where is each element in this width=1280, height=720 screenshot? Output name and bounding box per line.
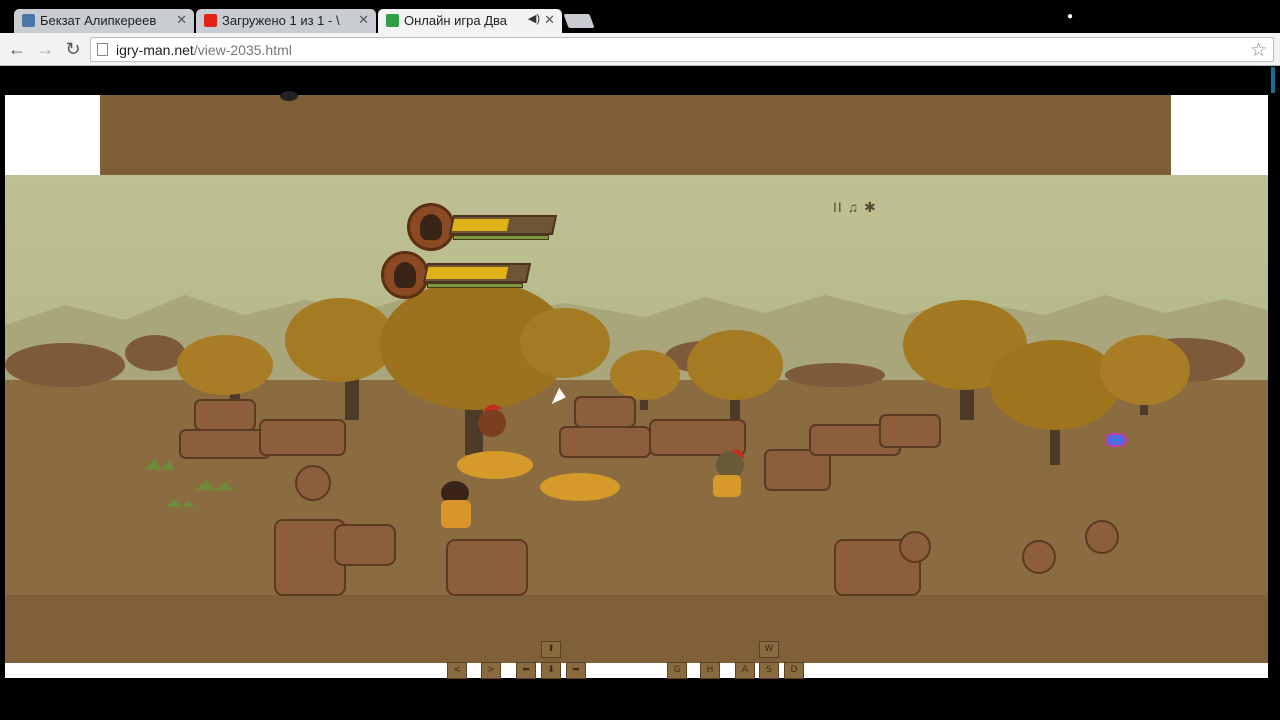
player2-health-bar [422,263,532,283]
site-favicon-icon [386,14,399,27]
tab-youtube[interactable]: Загружено 1 из 1 - \ ✕ [196,9,376,33]
player1-health-fill [451,219,510,231]
key-left: ⬅ [516,662,536,679]
key-d: D [784,662,804,679]
new-tab-button[interactable] [563,14,595,28]
key-less: < [447,662,467,679]
key-right: ➡ [566,662,586,679]
key-greater: > [481,662,501,679]
tab-title: Онлайн игра Два [404,13,508,28]
bookmark-star-icon[interactable]: ☆ [1250,39,1267,62]
close-tab-icon[interactable]: ✕ [358,12,369,28]
reload-icon[interactable]: ↻ [62,38,84,60]
game-scenery [5,280,1268,663]
extension-overlay-icon[interactable] [1105,433,1127,447]
scrollbar-thumb[interactable] [1271,67,1275,93]
player2-health-fill [425,267,509,279]
game-canvas[interactable]: II ♫ ✱ [5,175,1268,663]
ad-banner[interactable] [100,91,1171,175]
page-content: II ♫ ✱ ⬆ < > ⬅ ⬇ ➡ G H W A S D [5,91,1268,679]
address-bar[interactable]: igry-man.net/view-2035.html ☆ [90,37,1274,62]
key-g: G [667,662,687,679]
back-icon[interactable]: ← [6,38,28,60]
player1-health-bar [448,215,558,235]
tab-title: Бекзат Алипкереев [40,13,157,28]
key-down: ⬇ [541,662,561,679]
player2-portrait-icon [381,251,429,299]
ad-decoration [280,91,298,101]
url-path: /view-2035.html [193,42,292,58]
tab-vk[interactable]: Бекзат Алипкереев ✕ [14,9,194,33]
player2-stamina-bar [427,283,523,288]
tab-game[interactable]: Онлайн игра Два ◀) ✕ [378,9,562,33]
vk-favicon-icon [22,14,35,27]
forward-icon[interactable]: → [34,38,56,60]
key-up: ⬆ [541,641,561,658]
key-s: S [759,662,779,679]
browser-toolbar: ← → ↻ igry-man.net/view-2035.html ☆ [0,33,1280,66]
close-tab-icon[interactable]: ✕ [176,12,187,28]
key-hints-bar: ⬆ < > ⬅ ⬇ ➡ G H W A S D [5,641,1268,679]
url-domain: igry-man.net [116,42,194,58]
key-h: H [700,662,720,679]
url-text: igry-man.net/view-2035.html [116,42,292,58]
key-w: W [759,641,779,658]
profile-icon[interactable]: ● [1064,11,1076,23]
tab-title: Загружено 1 из 1 - \ [222,13,340,28]
audio-playing-icon[interactable]: ◀) [528,12,540,25]
key-a: A [735,662,755,679]
page-icon [97,43,108,56]
tab-strip: Бекзат Алипкереев ✕ Загружено 1 из 1 - \… [0,0,1280,33]
pause-music-settings-controls[interactable]: II ♫ ✱ [833,199,877,216]
close-tab-icon[interactable]: ✕ [544,12,555,28]
player1-portrait-icon [407,203,455,251]
youtube-favicon-icon [204,14,217,27]
player1-stamina-bar [453,235,549,240]
